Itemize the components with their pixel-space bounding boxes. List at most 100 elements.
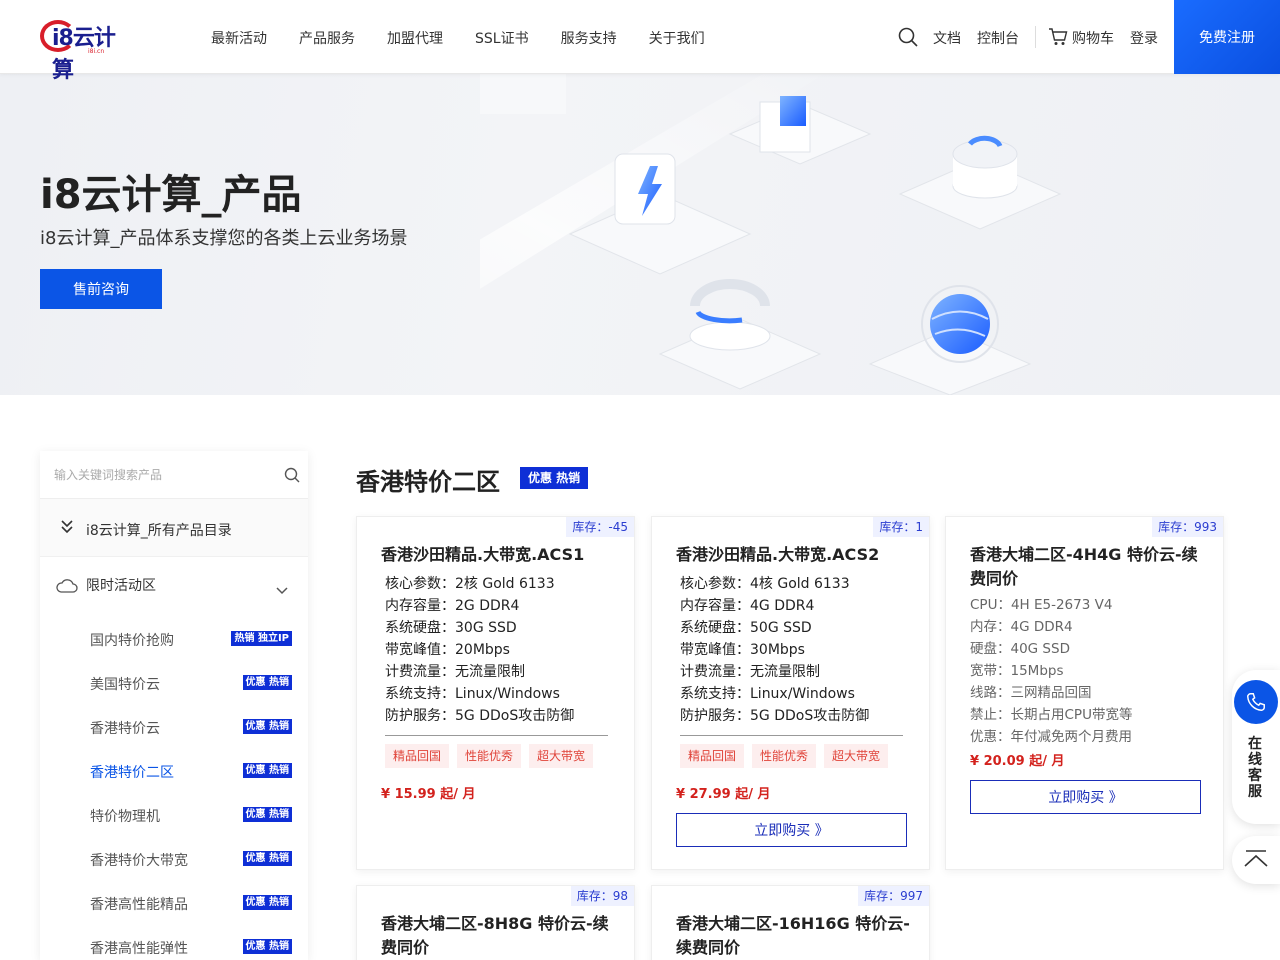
sidebar-item-badge: 优惠 热销	[242, 719, 292, 734]
product-sidebar: i8云计算_所有产品目录 限时活动区 国内特价抢购 热销 独立IP 美国特价云 …	[40, 451, 308, 960]
spec-line: 内存容量：2G DDR4	[385, 598, 520, 614]
sidebar-item-badge: 优惠 热销	[242, 675, 292, 690]
spec-line: CPU：4H E5-2673 V4	[970, 597, 1113, 613]
spec-line: 系统支持：Linux/Windows	[385, 686, 560, 702]
sidebar-search	[40, 451, 308, 499]
sidebar-group-limited-offers[interactable]: 限时活动区	[40, 557, 308, 615]
spec-line: 系统硬盘：30G SSD	[385, 620, 517, 636]
back-to-top-button[interactable]	[1232, 836, 1280, 884]
nav-item-agency[interactable]: 加盟代理	[387, 28, 443, 48]
all-products-catalog[interactable]: i8云计算_所有产品目录	[40, 499, 308, 557]
stock-badge: 库存：997	[858, 886, 929, 906]
card-divider	[385, 735, 608, 736]
sidebar-item-label: 国内特价抢购	[90, 633, 174, 649]
section-badge: 优惠 热销	[520, 467, 589, 489]
console-link[interactable]: 控制台	[977, 28, 1019, 48]
search-icon[interactable]	[898, 27, 918, 47]
product-title: 香港大埔二区-16H16G 特价云-续费同价	[676, 914, 910, 957]
spec-line: 内存：4G DDR4	[970, 619, 1073, 635]
sidebar-item-label: 香港特价二区	[90, 765, 174, 781]
spec-line: 硬盘：40G SSD	[970, 641, 1070, 657]
phone-icon	[1234, 680, 1278, 724]
stock-badge: 库存：98	[570, 886, 634, 906]
logo[interactable]: i8云计算 i8i.cn	[40, 18, 132, 83]
product-card-8h8g: 库存：98 香港大埔二区-8H8G 特价云-续费同价	[356, 885, 635, 960]
product-card-16h16g: 库存：997 香港大埔二区-16H16G 特价云-续费同价	[651, 885, 930, 960]
product-title: 香港沙田精品.大带宽.ACS1	[381, 545, 585, 564]
spec-list: 核心参数：4核 Gold 6133 内存容量：4G DDR4 系统硬盘：50G …	[680, 573, 869, 727]
sidebar-item-hk-zone2[interactable]: 香港特价二区 优惠 热销	[40, 747, 308, 791]
presales-consult-button[interactable]: 售前咨询	[40, 269, 162, 309]
register-button[interactable]: 免费注册	[1174, 0, 1280, 74]
nav-item-activity[interactable]: 最新活动	[211, 28, 267, 48]
feature-tag: 超大带宽	[824, 744, 889, 768]
feature-tag: 精品回国	[680, 744, 745, 768]
spec-line: 优惠：年付减免两个月费用	[970, 729, 1132, 745]
sidebar-item-label: 香港高性能精品	[90, 897, 188, 913]
spec-line: 带宽峰值：30Mbps	[680, 642, 805, 658]
product-price: ¥ 20.09 起/ 月	[970, 754, 1065, 769]
sidebar-item-hk-elastic[interactable]: 香港高性能弹性 优惠 热销	[40, 923, 308, 960]
spec-list: 核心参数：2核 Gold 6133 内存容量：2G DDR4 系统硬盘：30G …	[385, 573, 574, 727]
online-service-widget[interactable]: 在线客服	[1232, 670, 1280, 824]
spec-line: 计费流量：无流量限制	[680, 664, 820, 680]
spec-line: 系统硬盘：50G SSD	[680, 620, 812, 636]
feature-tag: 性能优秀	[457, 744, 522, 768]
feature-tag: 超大带宽	[529, 744, 594, 768]
sidebar-item-physical[interactable]: 特价物理机 优惠 热销	[40, 791, 308, 835]
feature-tag: 精品回国	[385, 744, 450, 768]
sidebar-item-badge: 优惠 热销	[242, 895, 292, 910]
nav-item-products[interactable]: 产品服务	[299, 28, 355, 48]
buy-now-button[interactable]: 立即购买 》	[970, 780, 1201, 814]
product-card-acs1: 库存：-45 香港沙田精品.大带宽.ACS1 核心参数：2核 Gold 6133…	[356, 516, 635, 870]
banner-title: i8云计算_产品	[40, 172, 302, 218]
cart-link[interactable]: 购物车	[1072, 28, 1114, 48]
cart-icon[interactable]	[1048, 28, 1068, 46]
section-title: 香港特价二区	[356, 468, 500, 496]
buy-now-button[interactable]: 立即购买 》	[676, 813, 907, 847]
online-service-label: 在线客服	[1248, 736, 1262, 800]
sidebar-item-badge: 优惠 热销	[242, 763, 292, 778]
tag-list: 精品回国 性能优秀 超大带宽	[385, 744, 594, 768]
product-title: 香港大埔二区-4H4G 特价云-续费同价	[970, 545, 1198, 588]
product-card-4h4g: 库存：993 香港大埔二区-4H4G 特价云-续费同价 CPU：4H E5-26…	[945, 516, 1224, 870]
nav-item-ssl[interactable]: SSL证书	[475, 28, 529, 48]
spec-list: CPU：4H E5-2673 V4 内存：4G DDR4 硬盘：40G SSD …	[970, 594, 1132, 748]
sidebar-item-hk-cloud[interactable]: 香港特价云 优惠 热销	[40, 703, 308, 747]
catalog-label: i8云计算_所有产品目录	[86, 523, 232, 539]
double-chevron-down-icon	[61, 520, 73, 534]
sidebar-item-label: 香港特价云	[90, 721, 160, 737]
spec-line: 带宽峰值：20Mbps	[385, 642, 510, 658]
top-header: i8云计算 i8i.cn 最新活动 产品服务 加盟代理 SSL证书 服务支持 关…	[0, 0, 1280, 83]
product-title: 香港沙田精品.大带宽.ACS2	[676, 545, 880, 564]
tag-list: 精品回国 性能优秀 超大带宽	[680, 744, 889, 768]
spec-line: 防护服务：5G DDoS攻击防御	[680, 708, 870, 724]
card-divider	[680, 735, 903, 736]
spec-line: 禁止：长期占用CPU带宽等	[970, 707, 1133, 723]
sidebar-item-hk-bandwidth[interactable]: 香港特价大带宽 优惠 热销	[40, 835, 308, 879]
sidebar-item-badge: 热销 独立IP	[231, 631, 292, 646]
login-link[interactable]: 登录	[1130, 28, 1158, 48]
spec-line: 内存容量：4G DDR4	[680, 598, 815, 614]
header-divider	[1035, 26, 1036, 48]
main-nav: 最新活动 产品服务 加盟代理 SSL证书 服务支持 关于我们	[211, 28, 737, 48]
feature-tag: 性能优秀	[752, 744, 817, 768]
product-title: 香港大埔二区-8H8G 特价云-续费同价	[381, 914, 609, 957]
spec-line: 防护服务：5G DDoS攻击防御	[385, 708, 575, 724]
sidebar-item-label: 香港特价大带宽	[90, 853, 188, 869]
search-icon[interactable]	[284, 467, 300, 483]
nav-item-about[interactable]: 关于我们	[649, 28, 705, 48]
spec-line: 宽带：15Mbps	[970, 663, 1064, 679]
sidebar-item-us-cloud[interactable]: 美国特价云 优惠 热销	[40, 659, 308, 703]
nav-item-support[interactable]: 服务支持	[561, 28, 617, 48]
product-price: ¥ 15.99 起/ 月	[381, 787, 476, 802]
spec-line: 系统支持：Linux/Windows	[680, 686, 855, 702]
banner-illustration	[480, 74, 1062, 395]
sidebar-item-label: 美国特价云	[90, 677, 160, 693]
back-to-top-icon	[1244, 850, 1268, 867]
product-search-input[interactable]	[54, 465, 264, 485]
sidebar-item-hk-performance[interactable]: 香港高性能精品 优惠 热销	[40, 879, 308, 923]
docs-link[interactable]: 文档	[933, 28, 961, 48]
stock-badge: 库存：1	[873, 517, 929, 537]
sidebar-item-domestic[interactable]: 国内特价抢购 热销 独立IP	[40, 615, 308, 659]
